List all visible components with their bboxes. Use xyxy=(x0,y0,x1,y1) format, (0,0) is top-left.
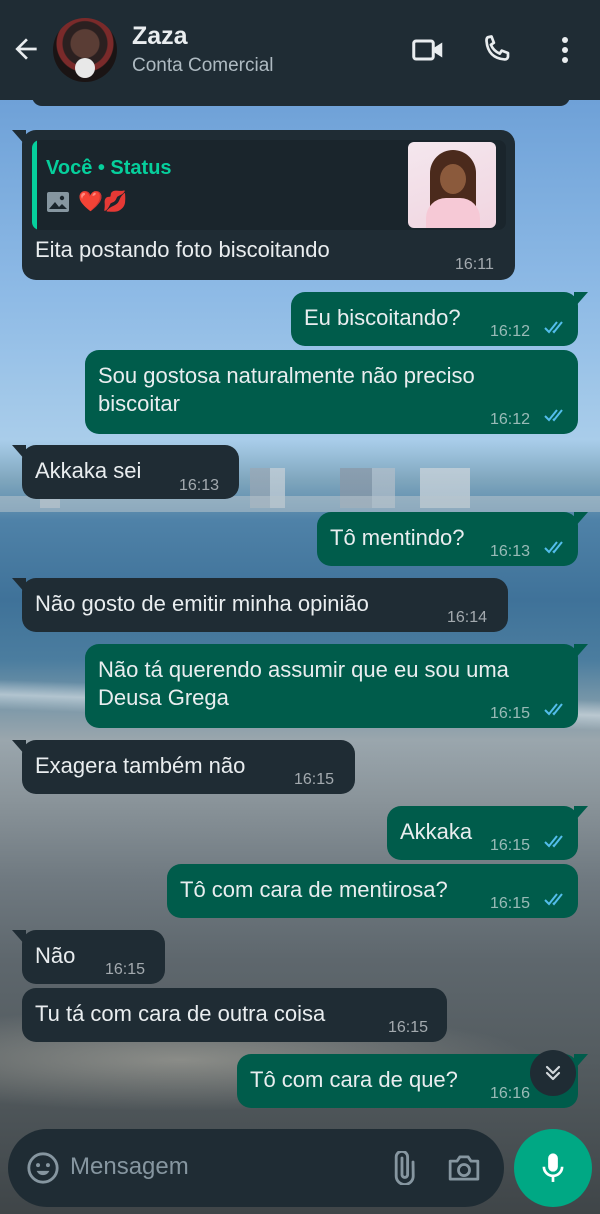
read-receipt-icon xyxy=(544,703,563,716)
read-receipt-icon xyxy=(544,321,563,334)
message-text: Não gosto de emitir minha opinião xyxy=(35,591,369,616)
contact-avatar[interactable] xyxy=(53,18,117,82)
read-receipt-icon xyxy=(544,893,563,906)
attach-icon[interactable] xyxy=(386,1151,420,1185)
message-time: 16:12 xyxy=(490,323,531,340)
message-text: Sou gostosa naturalmente não preciso bis… xyxy=(98,363,475,416)
message-time: 16:15 xyxy=(388,1019,429,1036)
emoji-icon[interactable] xyxy=(26,1151,60,1185)
message-incoming[interactable]: Tu tá com cara de outra coisa 16:15 xyxy=(22,988,447,1042)
message-time: 16:15 xyxy=(490,705,531,722)
message-text: Não xyxy=(35,943,76,968)
message-incoming[interactable]: Você • Status ❤️💋 Eita postando foto bis… xyxy=(12,130,515,280)
microphone-icon xyxy=(542,1153,564,1182)
message-outgoing[interactable]: Não tá querendo assumir que eu sou uma D… xyxy=(85,644,588,728)
message-composer[interactable]: Mensagem xyxy=(8,1129,504,1207)
message-time: 16:12 xyxy=(490,411,531,428)
read-receipt-icon xyxy=(544,541,563,554)
voice-call-icon[interactable] xyxy=(478,32,514,68)
camera-icon[interactable] xyxy=(446,1151,482,1185)
message-text: Tô mentindo? xyxy=(330,525,465,550)
message-time: 16:15 xyxy=(490,837,531,854)
message-time: 16:13 xyxy=(490,543,531,560)
scroll-to-bottom-button[interactable] xyxy=(530,1050,576,1096)
message-outgoing[interactable]: Sou gostosa naturalmente não preciso bis… xyxy=(85,350,578,434)
message-outgoing[interactable]: Tô com cara de mentirosa? 16:15 xyxy=(167,864,578,918)
thumbnail-shirt xyxy=(426,198,480,228)
message-outgoing[interactable]: Tô com cara de que? 16:16 xyxy=(237,1054,588,1108)
message-text: Exagera também não xyxy=(35,753,246,778)
message-incoming[interactable]: Não gosto de emitir minha opinião 16:14 xyxy=(12,578,508,632)
message-time: 16:14 xyxy=(447,609,488,626)
message-input[interactable]: Mensagem xyxy=(70,1153,189,1181)
message-text: Tô com cara de mentirosa? xyxy=(180,877,448,902)
message-outgoing[interactable]: Tô mentindo? 16:13 xyxy=(317,512,588,566)
read-receipt-icon xyxy=(544,409,563,422)
video-call-icon[interactable] xyxy=(410,32,446,68)
quote-accent-bar xyxy=(32,140,37,230)
message-text: Eu biscoitando? xyxy=(304,305,461,330)
message-text: Tô com cara de que? xyxy=(250,1067,458,1092)
message-time: 16:15 xyxy=(105,961,146,978)
contact-subtitle[interactable]: Conta Comercial xyxy=(132,55,274,77)
quote-content: ❤️💋 xyxy=(46,188,128,216)
message-text: Tu tá com cara de outra coisa xyxy=(35,1001,326,1026)
message-time: 16:11 xyxy=(455,256,494,273)
contact-name[interactable]: Zaza xyxy=(132,22,188,51)
message-incoming[interactable]: Não 16:15 xyxy=(12,930,165,984)
message-text: Akkaka sei xyxy=(35,458,142,483)
quoted-status[interactable]: Você • Status ❤️💋 xyxy=(32,140,506,230)
quote-emojis: ❤️💋 xyxy=(78,191,128,213)
message-time: 16:16 xyxy=(490,1085,531,1102)
message-time: 16:13 xyxy=(179,477,220,494)
image-icon xyxy=(47,192,69,212)
message-outgoing[interactable]: Eu biscoitando? 16:12 xyxy=(291,292,588,346)
read-receipt-icon xyxy=(544,835,563,848)
double-chevron-down-icon xyxy=(545,1065,561,1081)
message-incoming[interactable]: Akkaka sei 16:13 xyxy=(12,445,239,499)
thumbnail-face xyxy=(440,164,466,194)
voice-record-button[interactable] xyxy=(514,1129,592,1207)
message-text: Akkaka xyxy=(400,819,473,844)
back-arrow-icon[interactable] xyxy=(10,33,42,65)
chat-header: Zaza Conta Comercial xyxy=(0,0,600,100)
message-time: 16:15 xyxy=(294,771,335,788)
status-thumbnail xyxy=(408,142,496,228)
quote-title: Você • Status xyxy=(46,157,172,179)
message-text: Eita postando foto biscoitando xyxy=(35,237,330,262)
message-time: 16:15 xyxy=(490,895,531,912)
message-incoming[interactable]: Exagera também não 16:15 xyxy=(12,740,355,794)
message-outgoing[interactable]: Akkaka 16:15 xyxy=(387,806,588,860)
more-options-icon[interactable] xyxy=(552,32,578,68)
